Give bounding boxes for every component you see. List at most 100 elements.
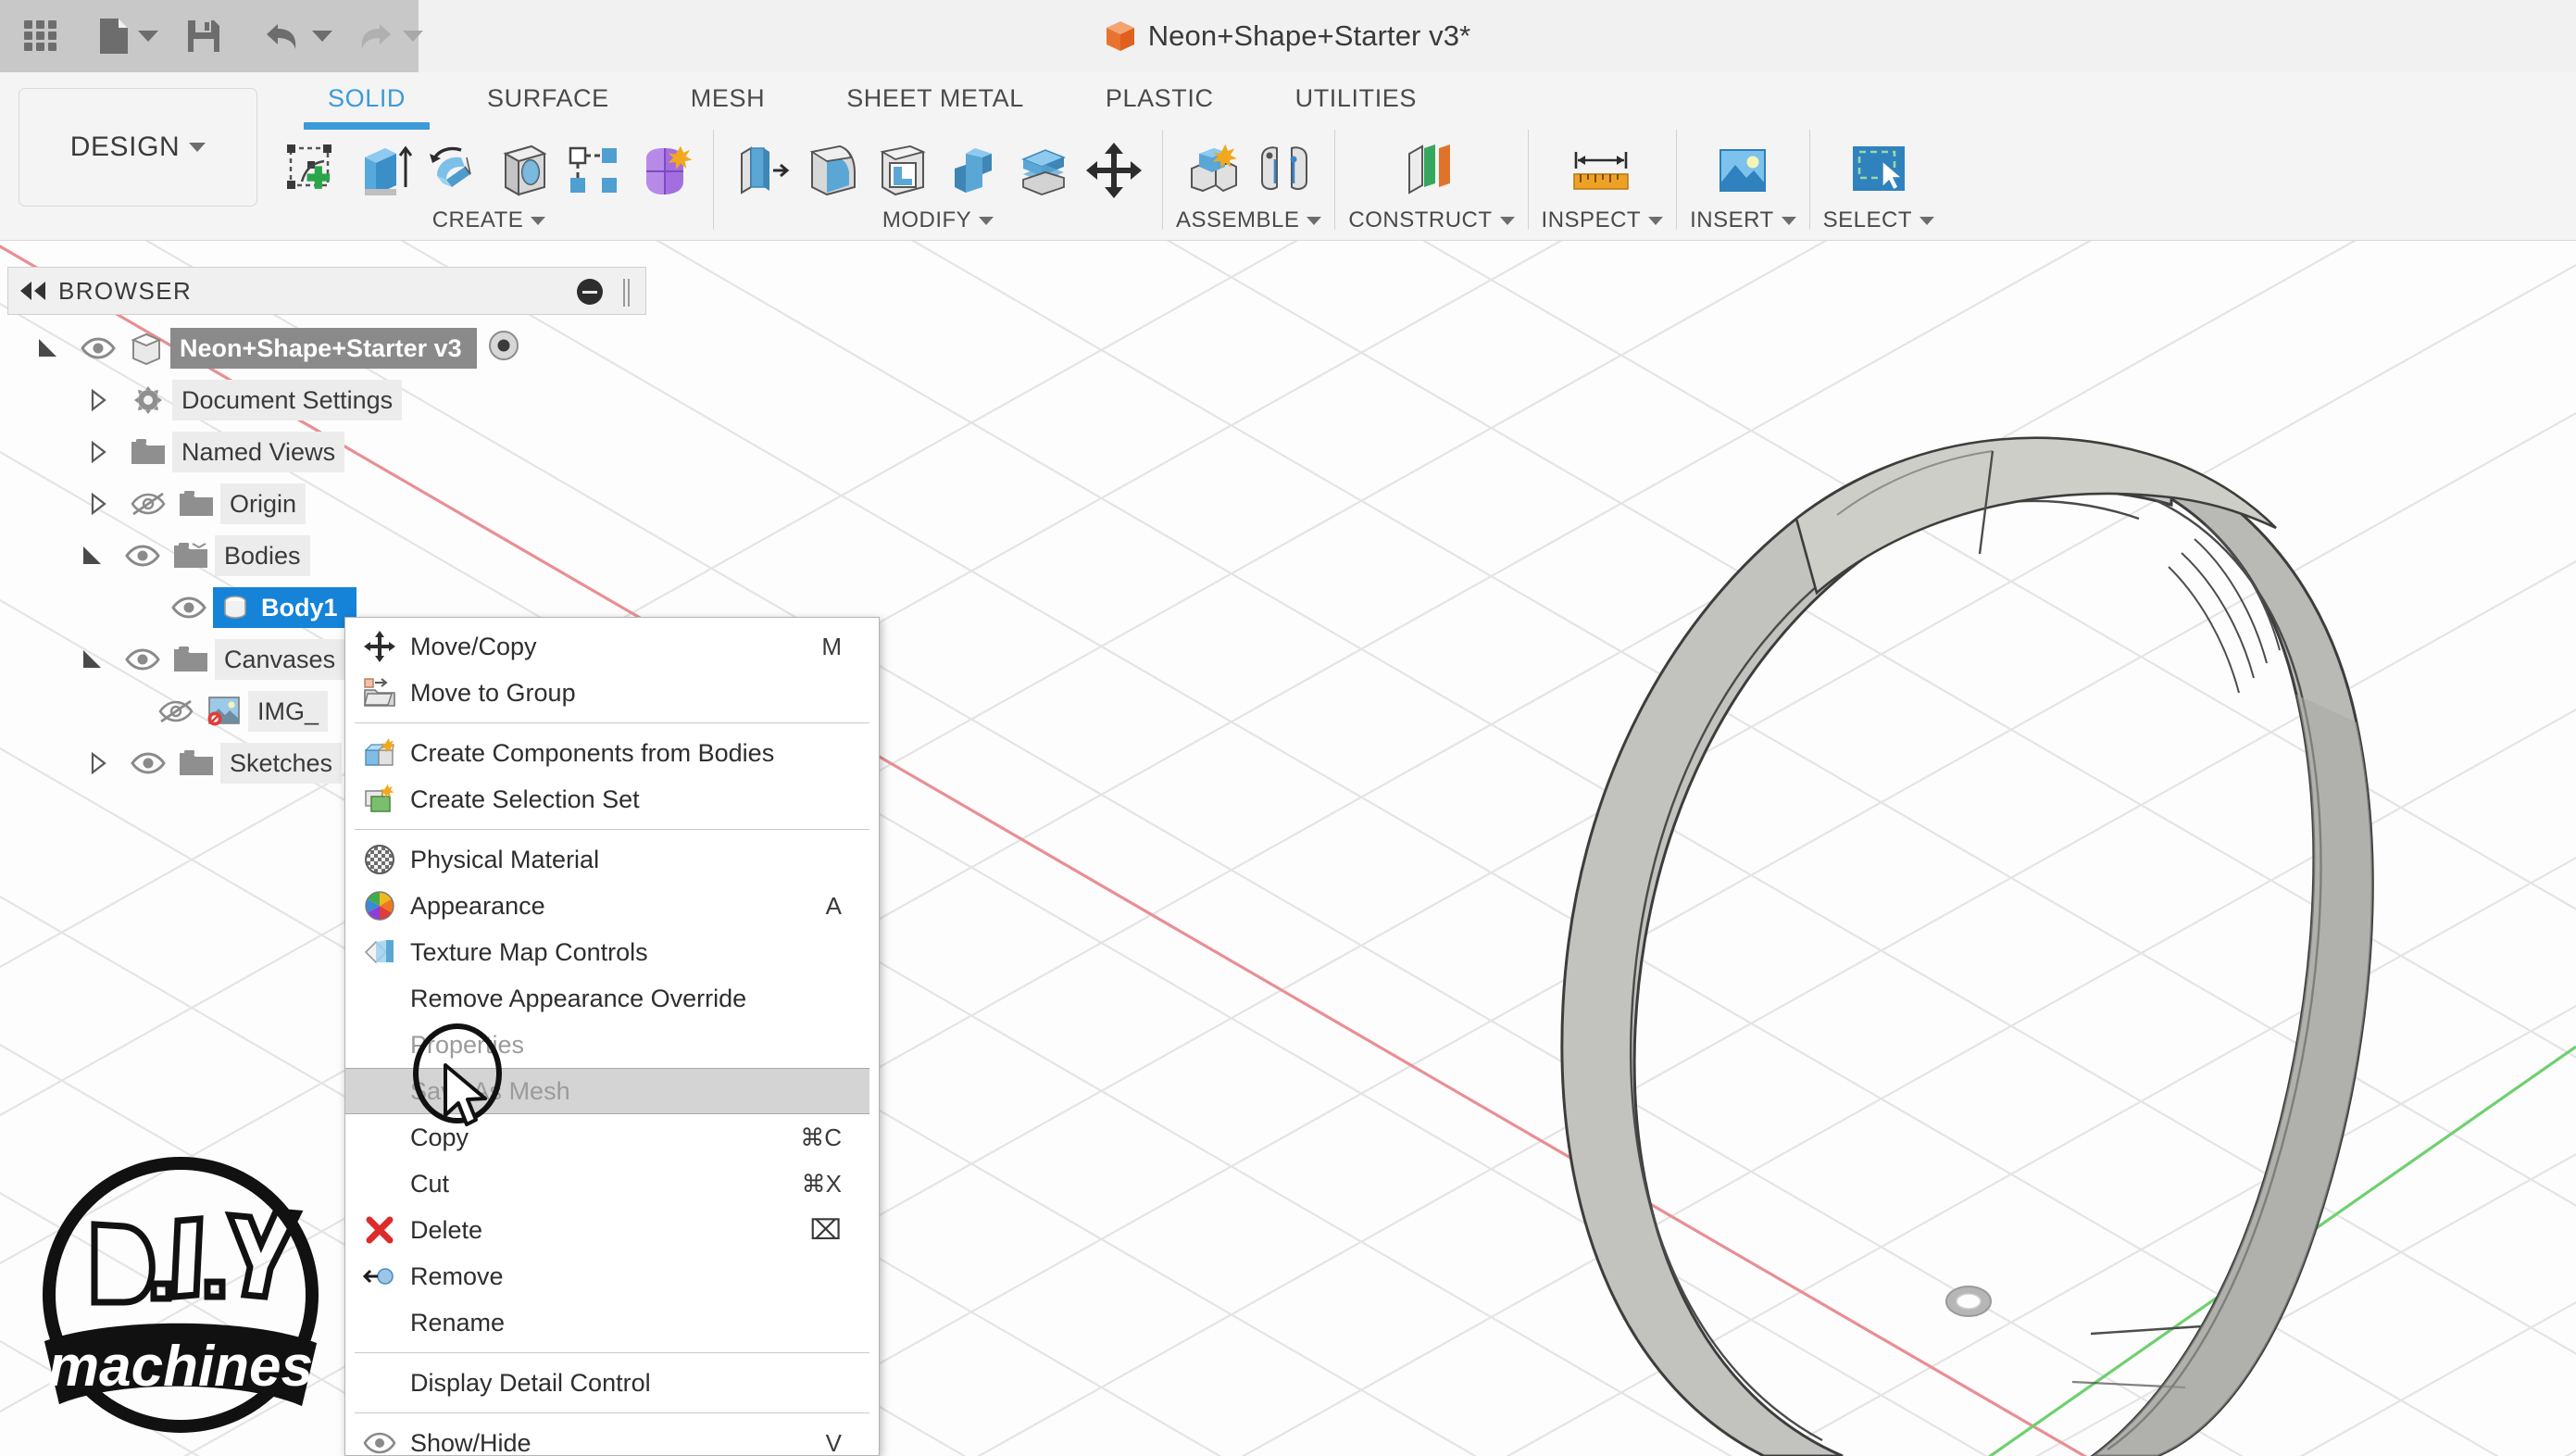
tab-sheet-metal-label: SHEET METAL (846, 84, 1024, 113)
form-icon[interactable] (630, 130, 700, 211)
create-sketch-icon[interactable] (278, 130, 348, 211)
menu-item-copy[interactable]: Copy ⌘C (345, 1114, 879, 1161)
ribbon-group-insert-label[interactable]: INSERT (1690, 207, 1796, 233)
ribbon-group-create-label[interactable]: CREATE (432, 207, 546, 233)
ribbon-group-assemble-label[interactable]: ASSEMBLE (1176, 207, 1321, 233)
move-copy-icon[interactable] (1079, 130, 1149, 211)
revolve-icon[interactable] (419, 130, 489, 211)
texture-map-icon (358, 936, 401, 968)
combine-icon[interactable] (938, 130, 1008, 211)
tab-plastic[interactable]: PLASTIC (1065, 72, 1255, 124)
ribbon-group-insert: INSERT (1690, 130, 1796, 233)
workspace-label: DESIGN (70, 132, 181, 163)
app-grid-icon[interactable] (13, 8, 69, 64)
visibility-eye-icon[interactable] (124, 751, 172, 775)
expander-collapsed-icon[interactable] (72, 751, 124, 775)
tab-surface[interactable]: SURFACE (446, 72, 650, 124)
visibility-hidden-eye-icon[interactable] (152, 698, 200, 724)
expander-collapsed-icon[interactable] (72, 440, 124, 464)
menu-item-appearance[interactable]: Appearance A (345, 883, 879, 929)
measure-icon[interactable] (1567, 130, 1637, 211)
visibility-eye-icon[interactable] (74, 336, 122, 360)
offset-face-icon[interactable] (1008, 130, 1079, 211)
menu-separator (355, 1352, 869, 1353)
menu-item-texture-map-controls[interactable]: Texture Map Controls (345, 929, 879, 975)
tree-row-named-views[interactable]: Named Views (0, 426, 648, 478)
menu-item-move-to-group[interactable]: Move to Group (345, 670, 879, 716)
resize-grip-icon[interactable] (623, 279, 631, 307)
menu-item-delete[interactable]: Delete ⌧ (345, 1207, 879, 1253)
undo-dropdown-caret[interactable] (313, 8, 331, 64)
menu-item-create-selection-set[interactable]: Create Selection Set (345, 776, 879, 822)
ribbon-group-modify-label[interactable]: MODIFY (882, 207, 994, 233)
hole-icon[interactable] (489, 130, 559, 211)
new-component-icon[interactable] (1179, 130, 1249, 211)
extrude-icon[interactable] (348, 130, 419, 211)
tree-row-document-settings[interactable]: Document Settings (0, 374, 648, 426)
tree-label-document-settings: Document Settings (172, 380, 402, 420)
watermark-text: machines (48, 1335, 313, 1399)
menu-item-cut[interactable]: Cut ⌘X (345, 1161, 879, 1207)
expander-collapsed-icon[interactable] (72, 492, 124, 516)
visibility-eye-icon[interactable] (119, 647, 167, 672)
page-title: Neon+Shape+Starter v3* (1148, 19, 1471, 53)
appearance-color-wheel-icon (358, 889, 401, 923)
expander-expanded-icon[interactable] (67, 647, 119, 672)
redo-dropdown-caret[interactable] (404, 8, 422, 64)
tree-label-named-views: Named Views (172, 432, 344, 472)
expander-collapsed-icon[interactable] (72, 388, 124, 412)
fusion-cube-icon (1106, 20, 1135, 52)
menu-item-physical-material[interactable]: Physical Material (345, 836, 879, 883)
menu-shortcut: ⌘X (802, 1170, 879, 1199)
visibility-eye-icon[interactable] (119, 544, 167, 568)
tree-row-bodies[interactable]: Bodies (0, 530, 648, 582)
folder-bodies-icon (167, 540, 215, 571)
offset-plane-icon[interactable] (1396, 130, 1467, 211)
tree-row-root[interactable]: Neon+Shape+Starter v3 (0, 322, 648, 374)
shell-icon[interactable] (868, 130, 938, 211)
menu-label: Remove (401, 1262, 842, 1291)
redo-icon[interactable] (344, 8, 404, 64)
minimize-icon[interactable] (577, 279, 603, 305)
menu-item-create-components-from-bodies[interactable]: Create Components from Bodies (345, 730, 879, 776)
save-icon[interactable] (176, 8, 231, 64)
ribbon-group-modify: MODIFY (727, 130, 1149, 233)
visibility-hidden-eye-icon[interactable] (124, 491, 172, 517)
menu-item-save-as-mesh[interactable]: Save As Mesh (345, 1068, 869, 1114)
tab-utilities[interactable]: UTILITIES (1255, 72, 1457, 124)
tree-row-origin[interactable]: Origin (0, 478, 648, 530)
ribbon-group-construct-label[interactable]: CONSTRUCT (1348, 207, 1514, 233)
activate-component-icon[interactable] (486, 328, 521, 370)
group-separator (713, 130, 714, 230)
menu-item-remove[interactable]: Remove (345, 1253, 879, 1299)
ribbon-group-inspect-label[interactable]: INSPECT (1542, 207, 1664, 233)
tree-label-sketches: Sketches (220, 743, 342, 784)
group-separator (1334, 130, 1335, 230)
browser-title: BROWSER (58, 277, 192, 306)
pattern-icon[interactable] (559, 130, 630, 211)
tab-mesh[interactable]: MESH (650, 72, 806, 124)
press-pull-icon[interactable] (727, 130, 797, 211)
menu-item-remove-appearance-override[interactable]: Remove Appearance Override (345, 975, 879, 1022)
insert-canvas-icon[interactable] (1707, 130, 1778, 211)
fillet-icon[interactable] (797, 130, 868, 211)
new-file-dropdown-caret[interactable] (139, 8, 157, 64)
ribbon-group-assemble: ASSEMBLE (1176, 130, 1321, 233)
expander-expanded-icon[interactable] (67, 544, 119, 568)
double-chevron-left-icon[interactable] (8, 281, 58, 301)
menu-item-show-hide[interactable]: Show/Hide V (345, 1420, 879, 1456)
joint-icon[interactable] (1249, 130, 1319, 211)
expander-expanded-icon[interactable] (22, 336, 74, 360)
select-window-icon[interactable] (1844, 130, 1914, 211)
tab-sheet-metal[interactable]: SHEET METAL (806, 72, 1065, 124)
menu-item-display-detail-control[interactable]: Display Detail Control (345, 1360, 879, 1406)
tab-solid[interactable]: SOLID (287, 72, 446, 124)
workspace-switcher[interactable]: DESIGN (19, 88, 257, 207)
menu-item-rename[interactable]: Rename (345, 1299, 879, 1346)
new-file-icon[interactable] (89, 8, 139, 64)
ribbon-group-select-label[interactable]: SELECT (1823, 207, 1934, 233)
menu-item-move-copy[interactable]: Move/Copy M (345, 623, 879, 670)
undo-icon[interactable] (254, 8, 313, 64)
origin-point-icon (1946, 1287, 1991, 1316)
visibility-eye-icon[interactable] (165, 596, 213, 620)
